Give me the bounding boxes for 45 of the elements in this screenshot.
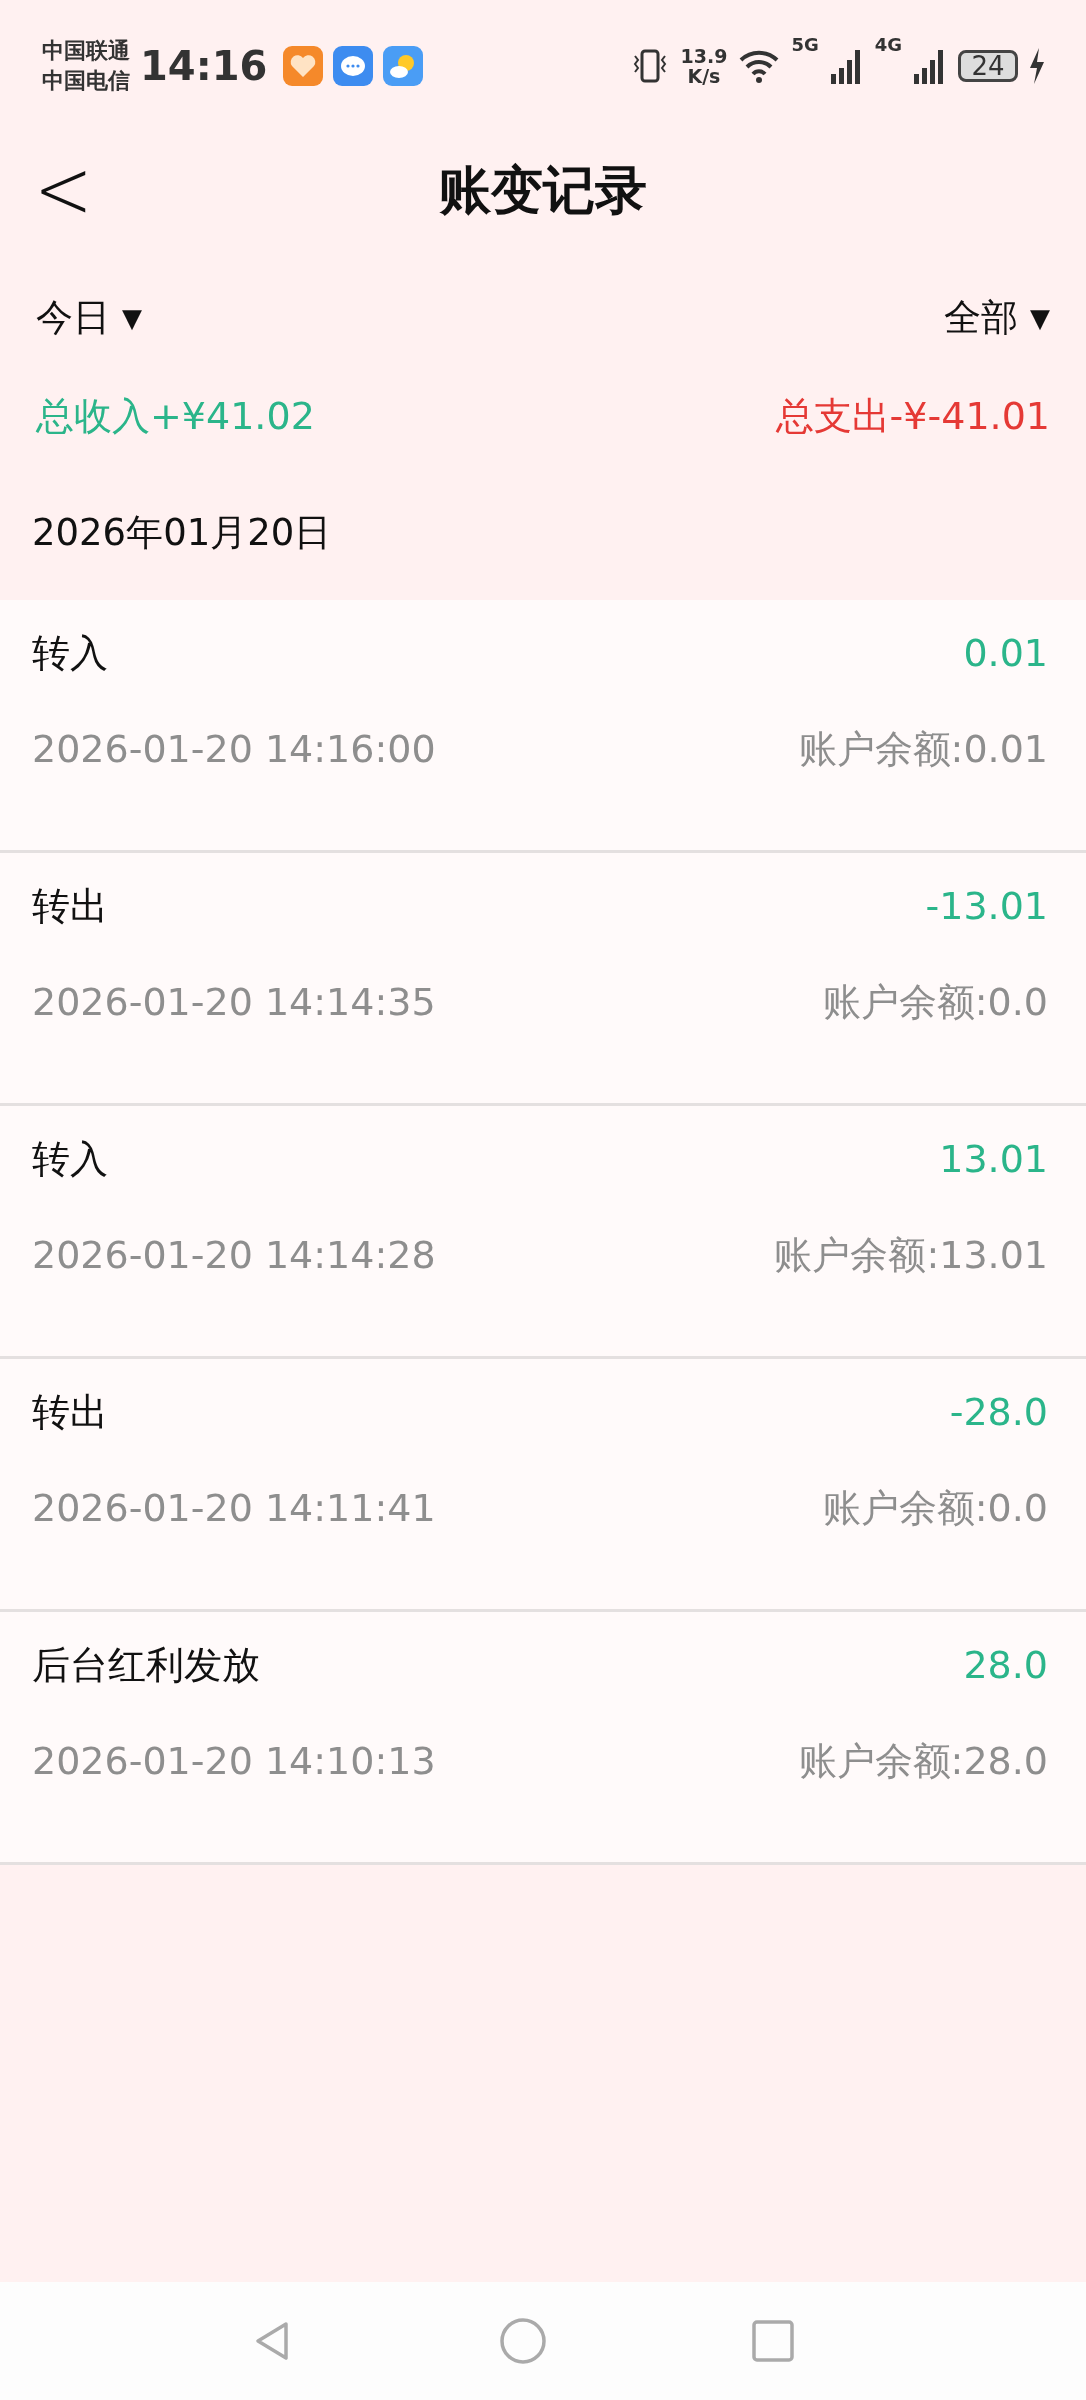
record-balance: 账户余额:0.01 <box>798 725 1048 773</box>
total-income: 总收入+¥41.02 <box>36 392 315 440</box>
record-row[interactable]: 转出 -13.01 2026-01-20 14:14:35 账户余额:0.0 <box>0 853 1086 1106</box>
record-amount: 0.01 <box>963 631 1048 675</box>
record-title: 转出 <box>32 1388 108 1436</box>
back-button[interactable]: < <box>34 147 93 231</box>
charging-icon <box>1028 48 1046 84</box>
carrier-name: 中国联通 <box>42 37 130 65</box>
record-amount: 28.0 <box>963 1643 1048 1687</box>
chat-app-icon <box>333 46 374 86</box>
weather-app-icon <box>383 46 424 86</box>
record-row[interactable]: 转出 -28.0 2026-01-20 14:11:41 账户余额:0.0 <box>0 1359 1086 1612</box>
filter-dropdown[interactable]: 今日 ▼ <box>36 293 142 343</box>
record-row[interactable]: 转入 0.01 2026-01-20 14:16:00 账户余额:0.01 <box>0 600 1086 853</box>
carrier-name: 中国电信 <box>42 67 130 95</box>
record-amount: 13.01 <box>939 1137 1048 1181</box>
status-time: 14:16 <box>140 43 268 89</box>
record-balance: 账户余额:0.0 <box>822 1484 1048 1532</box>
filter-dropdown[interactable]: 全部 ▼ <box>944 293 1050 343</box>
home-nav-icon[interactable] <box>498 2316 548 2366</box>
record-time: 2026-01-20 14:16:00 <box>32 727 436 771</box>
total-expense: 总支出-¥-41.01 <box>775 392 1050 440</box>
network-type: 5G <box>791 34 819 55</box>
record-time: 2026-01-20 14:10:13 <box>32 1739 436 1783</box>
network-speed: 13.9 <box>680 46 728 66</box>
record-title: 转入 <box>32 629 108 677</box>
date-heading: 2026年01月20日 <box>31 510 333 556</box>
record-amount: -28.0 <box>949 1390 1048 1434</box>
record-balance: 账户余额:13.01 <box>774 1231 1048 1279</box>
record-balance: 账户余额:28.0 <box>798 1737 1048 1785</box>
record-time: 2026-01-20 14:14:28 <box>32 1233 436 1277</box>
record-balance: 账户余额:0.0 <box>822 978 1048 1026</box>
record-time: 2026-01-20 14:11:41 <box>32 1486 436 1530</box>
network-type: 4G <box>874 34 902 55</box>
record-row[interactable]: 转入 13.01 2026-01-20 14:14:28 账户余额:13.01 <box>0 1106 1086 1359</box>
record-amount: -13.01 <box>925 884 1048 928</box>
page-title: 账变记录 <box>439 159 647 222</box>
record-time: 2026-01-20 14:14:35 <box>32 980 436 1024</box>
network-speed: K/s <box>687 66 721 86</box>
record-title: 转入 <box>32 1135 108 1183</box>
heart-app-icon <box>283 46 324 86</box>
record-title: 后台红利发放 <box>32 1641 260 1689</box>
record-row[interactable]: 后台红利发放 28.0 2026-01-20 14:10:13 账户余额:28.0 <box>0 1612 1086 1865</box>
record-title: 转出 <box>32 882 108 930</box>
battery-level: 24 <box>958 50 1018 82</box>
